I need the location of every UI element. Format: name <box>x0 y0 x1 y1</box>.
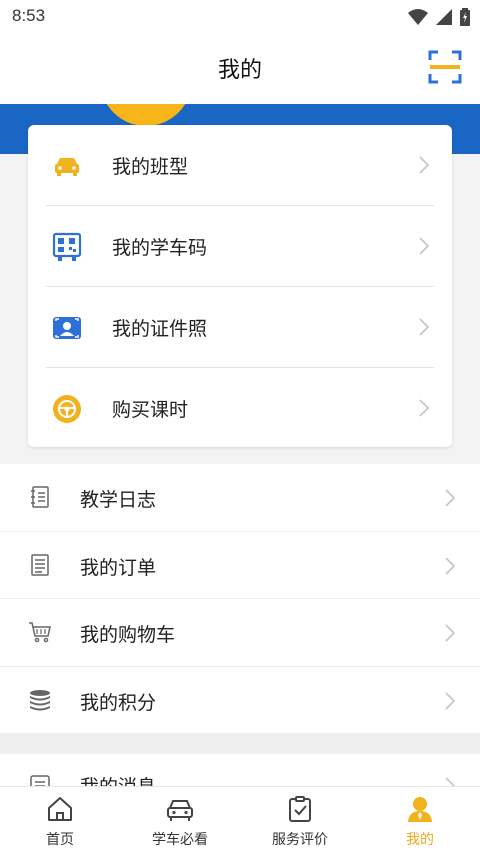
chevron-right-icon <box>419 318 430 336</box>
chevron-right-icon <box>445 556 456 575</box>
list-item-label: 我的积分 <box>80 691 157 714</box>
tab-label: 学车必看 <box>152 832 208 848</box>
status-icons <box>408 8 470 26</box>
chevron-right-icon <box>419 156 430 174</box>
clipboard-check-icon <box>289 796 311 822</box>
chevron-right-icon <box>445 489 456 507</box>
card-item-id-photo[interactable]: 我的证件照 <box>46 287 434 368</box>
list-item-label: 我的购物车 <box>80 624 176 646</box>
message-icon <box>30 775 50 786</box>
card-item-buy-hours[interactable]: 购买课时 <box>46 368 434 449</box>
avatar[interactable] <box>100 104 192 126</box>
section-gap <box>0 734 480 754</box>
card-item-label: 我的班型 <box>112 156 189 178</box>
chevron-right-icon <box>419 399 430 417</box>
list-item-cart[interactable]: 我的购物车 <box>0 599 480 667</box>
card-item-class-type[interactable]: 我的班型 <box>46 125 434 206</box>
card-item-label: 我的学车码 <box>112 237 208 259</box>
card-item-learner-code[interactable]: 我的学车码 <box>46 206 434 287</box>
tab-label: 我的 <box>406 832 434 848</box>
scan-icon[interactable] <box>428 50 462 84</box>
list-item-teaching-log[interactable]: 教学日志 <box>0 464 480 532</box>
car-icon <box>55 158 79 176</box>
order-icon <box>31 553 49 576</box>
tab-home[interactable]: 首页 <box>0 787 120 853</box>
battery-icon <box>460 8 470 26</box>
tab-label: 服务评价 <box>272 832 328 848</box>
list-item-label: 教学日志 <box>80 489 157 511</box>
list-item-label: 我的消息 <box>80 772 156 786</box>
wifi-icon <box>408 9 428 25</box>
user-icon <box>408 797 432 822</box>
bottom-tab-bar: 首页 学车必看 服务评价 我的 <box>0 786 480 853</box>
id-photo-icon <box>53 317 81 339</box>
list-item-label: 我的订单 <box>80 556 157 579</box>
tab-service-review[interactable]: 服务评价 <box>240 787 360 853</box>
feature-card: 我的班型 我的学车码 我的证件照 购买课时 <box>28 125 452 447</box>
tab-mine[interactable]: 我的 <box>360 787 480 853</box>
card-item-label: 购买课时 <box>112 399 189 421</box>
card-item-label: 我的证件照 <box>112 318 208 340</box>
signal-icon <box>436 9 452 25</box>
chevron-right-icon <box>419 237 430 255</box>
steering-wheel-icon <box>53 395 81 423</box>
cart-icon <box>29 622 51 643</box>
qrcode-icon <box>52 232 82 261</box>
car-outline-icon <box>167 800 193 821</box>
page-title: 我的 <box>217 58 262 83</box>
menu-list: 教学日志 我的订单 我的购物车 我的积分 <box>0 464 480 734</box>
list-item-messages[interactable]: 我的消息 <box>0 754 480 786</box>
chevron-right-icon <box>445 624 456 642</box>
status-time: 8:53 <box>12 6 46 25</box>
tab-label: 首页 <box>46 832 74 848</box>
list-item-points[interactable]: 我的积分 <box>0 667 480 734</box>
status-bar: 8:53 <box>0 0 480 34</box>
tab-must-read[interactable]: 学车必看 <box>120 787 240 853</box>
chevron-right-icon <box>445 777 456 786</box>
app-header: 我的 <box>0 34 480 104</box>
log-icon <box>31 486 49 508</box>
chevron-right-icon <box>445 691 456 710</box>
home-icon <box>48 797 72 821</box>
coins-icon <box>30 689 50 710</box>
list-item-orders[interactable]: 我的订单 <box>0 532 480 599</box>
